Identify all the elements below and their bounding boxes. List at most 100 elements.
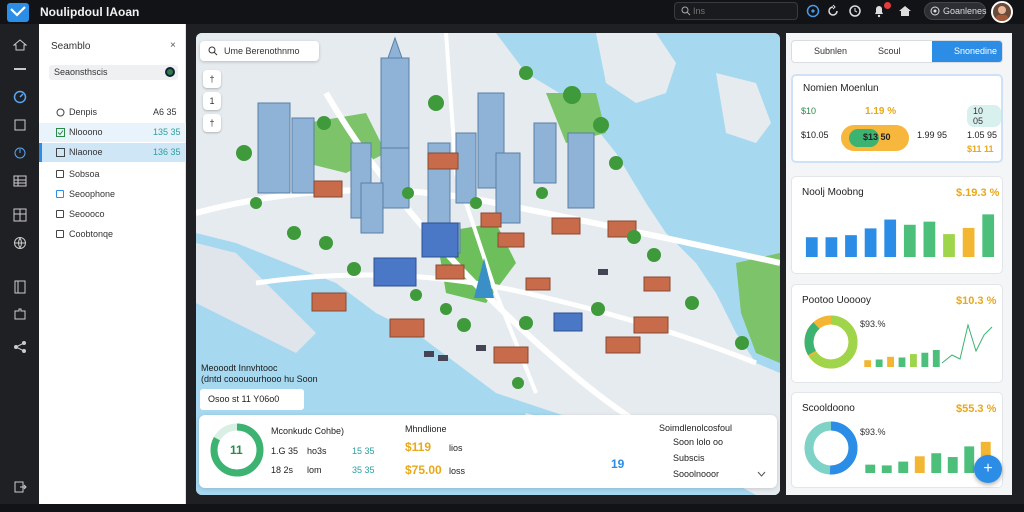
bottom-col2-val2: $75.00 (405, 463, 442, 477)
bottom-col3-item[interactable]: Sooolnooor (673, 469, 719, 479)
logo-icon[interactable] (7, 3, 29, 22)
user-menu[interactable]: Goanlenes (924, 2, 987, 20)
panel-row-label: Seoooco (69, 209, 105, 219)
panel-row[interactable]: Coobtonqe (39, 225, 186, 244)
tab-scoul[interactable]: Scoul (878, 41, 901, 62)
avatar[interactable] (991, 1, 1013, 23)
add-button[interactable]: + (974, 455, 1002, 483)
chat-icon (56, 190, 64, 198)
table-icon[interactable] (13, 174, 27, 188)
chart-icon (56, 148, 65, 157)
panel-row[interactable]: Nlooono 135 35 (39, 123, 186, 142)
map-layer-button[interactable]: 1 (203, 92, 221, 110)
summary-row1-right: 10 05 (967, 105, 1001, 127)
puzzle-icon[interactable] (13, 307, 27, 321)
chart-bar (982, 214, 995, 257)
panel-row-label: Denpis (69, 107, 98, 117)
chart-bar (921, 352, 929, 367)
panel-filter-row[interactable]: Seaonsthscis (49, 65, 178, 80)
tab-bar: Subnlen Scoul Snonedine (791, 40, 1003, 63)
refresh-icon[interactable] (826, 4, 840, 18)
map-legend: Meooodt Innvhtooc (dntd cooouourhooo hu … (201, 363, 318, 385)
panel-row-value: A6 35 (153, 107, 177, 117)
map-pin-button[interactable]: † (203, 70, 221, 88)
bottom-col3-title: Soimdlenolcosfoul (659, 423, 733, 433)
bottom-glyph: 19 (611, 457, 625, 471)
exit-icon[interactable] (13, 480, 27, 494)
search-box[interactable] (674, 2, 798, 20)
user-label: Goanlenes (943, 6, 987, 16)
search-icon (208, 46, 218, 56)
app-title: Noulipdoul lAoan (40, 5, 140, 19)
map-info-box[interactable]: Osoo st 11 Y06o0 (200, 389, 304, 410)
summary-row2-sub: $11 11 (967, 144, 994, 154)
bottom-col1-val2: 35 35 (352, 465, 375, 475)
layout-icon[interactable] (13, 208, 27, 222)
clock-icon[interactable] (848, 4, 862, 18)
chart-bar (932, 350, 940, 367)
panel-row-label: Nlooono (69, 127, 103, 137)
search-icon (681, 6, 691, 16)
chart-bar (914, 456, 925, 473)
panel-row-selected[interactable]: Nlaonoe 136 35 (39, 143, 186, 162)
map-info-label: Osoo st 11 Y06o0 (208, 394, 280, 404)
app-window: Noulipdoul lAoan Goanlenes (0, 0, 1024, 512)
chart-bar (903, 224, 916, 257)
chart-bar (865, 464, 876, 473)
bottom-bar (0, 504, 1024, 512)
panel-row-value: 136 35 (153, 147, 181, 157)
panel-row[interactable]: Seoophone (39, 185, 186, 204)
square-icon[interactable] (13, 118, 27, 132)
bottom-col2-val2-sub: loss (449, 466, 466, 476)
bottom-col2-title: Mhndlione (405, 424, 447, 434)
bottom-col3-item[interactable]: Soon lolo oo (673, 437, 723, 447)
tab-snonedine[interactable]: Snonedine (932, 41, 1002, 62)
globe-icon[interactable] (13, 236, 27, 250)
bottom-col1-val1: 15 35 (352, 446, 375, 456)
speed-icon[interactable] (13, 90, 27, 104)
info-icon[interactable] (806, 4, 820, 18)
chart-bar (923, 221, 936, 257)
panel-row-value: 135 35 (153, 127, 181, 137)
bottom-col1-row1: 1.G 35 (271, 446, 299, 456)
bottom-col1-row1-sub: ho3s (307, 446, 327, 456)
chart-bar (805, 237, 818, 257)
bottom-summary-card: 11 Mconkudc Cohbe) 1.G 35 ho3s 18 2s lom… (199, 415, 777, 488)
panel-row[interactable]: Seoooco (39, 205, 186, 224)
user-icon (930, 6, 940, 16)
chart-bar (864, 228, 877, 257)
summary-pill[interactable]: $13 50 (841, 125, 909, 151)
chevron-down-icon[interactable] (757, 471, 766, 477)
panel-row-label: Sobsoa (69, 169, 100, 179)
book-icon[interactable] (13, 280, 27, 294)
panel-row[interactable]: Denpis A6 35 (39, 103, 186, 122)
chart-bar (943, 234, 955, 257)
chart-bar (884, 219, 897, 257)
map-marker-button[interactable]: † (203, 114, 221, 132)
close-icon[interactable]: × (170, 40, 176, 51)
house-icon[interactable] (898, 4, 912, 18)
map-search-chip[interactable]: Ume Berenothnmo (200, 41, 319, 61)
summary-card: Nomien Moenlun $10 1.19 % 10 05 $10.05 $… (791, 74, 1003, 163)
notification-badge (884, 2, 891, 9)
chart-bar (825, 237, 838, 257)
panel-row[interactable]: Sobsoa (39, 165, 186, 184)
search-input[interactable] (693, 4, 793, 18)
chart-bar (962, 227, 975, 257)
chart-bar (845, 235, 857, 257)
bottom-col1-row2-sub: lom (307, 465, 322, 475)
panel-title: Seamblo (51, 41, 91, 52)
share-icon[interactable] (13, 340, 27, 354)
chart1-svg (805, 214, 995, 257)
chart-bar (887, 356, 894, 367)
chart-bar (881, 465, 892, 473)
power-icon[interactable] (13, 146, 27, 160)
summary-row1-left: $10 (801, 106, 817, 116)
dashboard-icon[interactable] (13, 38, 27, 52)
bottom-col3-item[interactable]: Subscis (673, 453, 705, 463)
box-icon (56, 170, 64, 178)
ring-value: 11 (230, 443, 243, 457)
minus-icon[interactable] (14, 68, 26, 70)
chart-bar (964, 446, 975, 473)
tab-subnlen[interactable]: Subnlen (814, 41, 847, 62)
